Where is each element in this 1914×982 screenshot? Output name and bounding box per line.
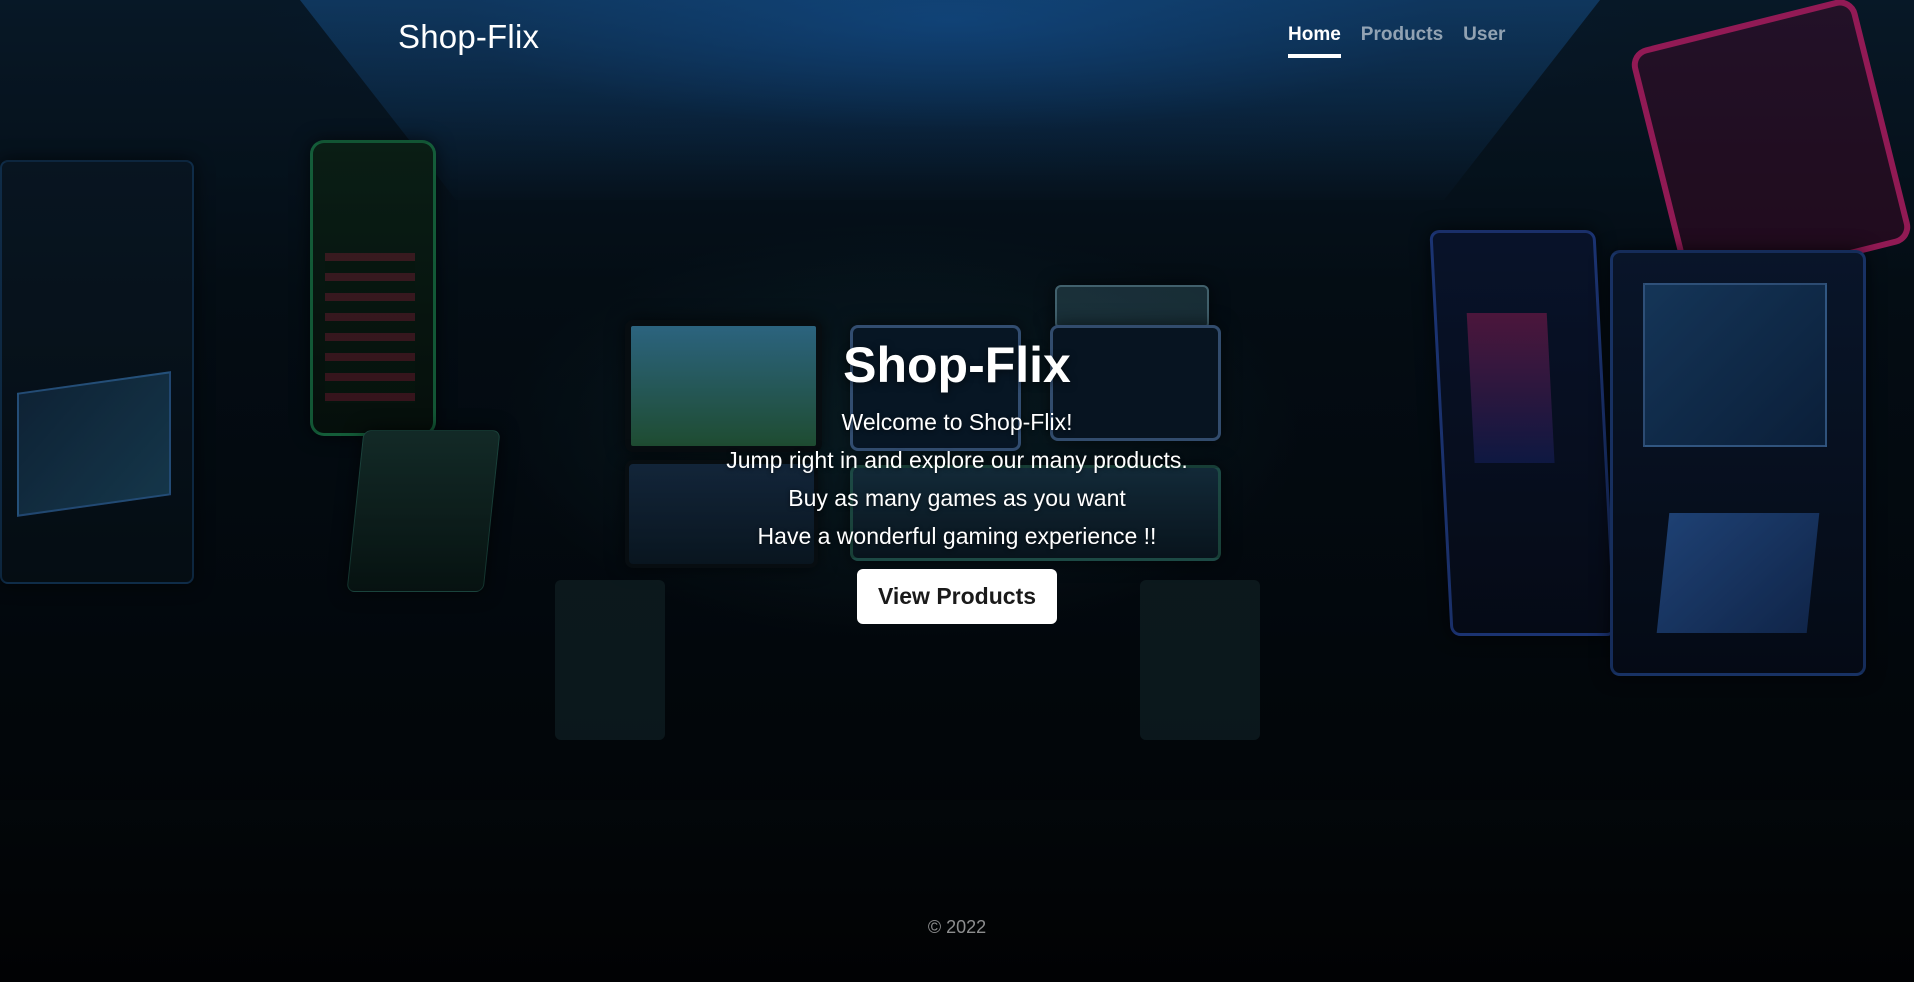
footer-copyright: © 2022 [927,917,987,937]
nav-links: Home Products User [1288,24,1505,58]
nav-link-home[interactable]: Home [1288,24,1341,58]
page: Shop-Flix Home Products User Shop-Flix W… [0,0,1914,982]
hero-text: Welcome to Shop-Flix! Jump right in and … [0,403,1914,555]
hero-section: Shop-Flix Welcome to Shop-Flix! Jump rig… [0,335,1914,624]
nav-link-products[interactable]: Products [1361,24,1443,58]
nav-link-user[interactable]: User [1463,24,1505,58]
navbar: Shop-Flix Home Products User [0,0,1914,70]
hero-line-buy: Buy as many games as you want [788,485,1126,511]
hero-line-experience: Have a wonderful gaming experience !! [757,523,1157,549]
hero-title: Shop-Flix [843,337,1071,393]
brand-logo-link[interactable]: Shop-Flix [398,18,539,56]
hero-line-explore: Jump right in and explore our many produ… [726,447,1188,473]
view-products-button[interactable]: View Products [856,569,1058,624]
hero-line-welcome: Welcome to Shop-Flix! [841,409,1073,435]
